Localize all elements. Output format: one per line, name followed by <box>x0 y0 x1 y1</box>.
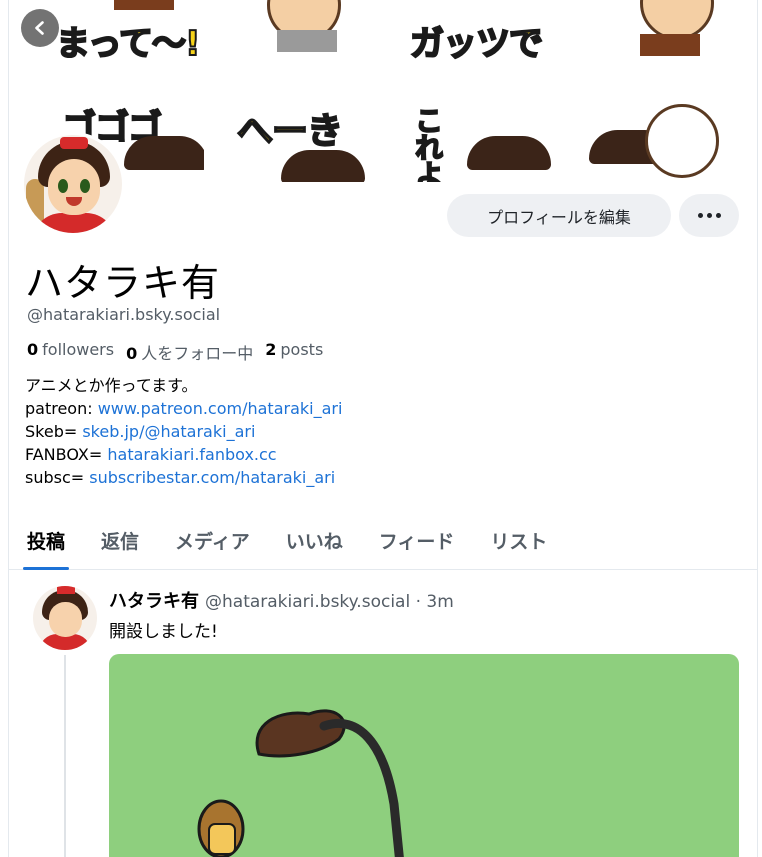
banner-tile: まって〜! <box>54 0 204 62</box>
thread-line <box>64 655 66 857</box>
profile-stats: 0 followers 0 人をフォロー中 2 posts <box>27 340 335 364</box>
display-name: ハタラキ有 <box>25 261 221 305</box>
banner-tile-text: まって〜! <box>55 23 201 62</box>
chevron-left-icon <box>35 21 44 35</box>
bio-link-fanbox[interactable]: hatarakiari.fanbox.cc <box>107 445 276 464</box>
banner-figure <box>124 136 204 170</box>
more-dot-icon <box>697 213 703 218</box>
post-image[interactable] <box>109 654 739 857</box>
followers-stat[interactable]: 0 followers <box>27 340 114 364</box>
bio-link-row: patreon: www.patreon.com/hataraki_ari <box>25 397 342 420</box>
bio-line: アニメとか作ってます。 <box>25 376 198 395</box>
bio-link-label: subsc= <box>25 468 90 487</box>
banner-figure <box>467 136 551 170</box>
more-dot-icon <box>706 213 712 218</box>
banner-tile <box>247 0 397 62</box>
banner-figure <box>281 150 365 182</box>
post-author-avatar[interactable] <box>33 586 97 650</box>
avatar-eye <box>80 179 90 193</box>
followers-label: followers <box>42 340 115 359</box>
post-handle-time[interactable]: @hatarakiari.bsky.social · 3m <box>205 592 454 612</box>
following-label: 人をフォロー中 <box>141 344 254 363</box>
profile-frame: まって〜! ガッツで ゴゴゴ へーき これよ プロフィールを編集 ハタラキ有 @… <box>8 0 758 857</box>
bio-link-label: Skeb= <box>25 422 83 441</box>
tab-lists[interactable]: リスト <box>472 510 565 570</box>
avatar-eye <box>58 179 68 193</box>
posts-label: posts <box>280 340 324 359</box>
banner-tile-text: へーき <box>236 110 344 153</box>
post-author-name[interactable]: ハタラキ有 <box>109 591 199 612</box>
profile-tabs: 投稿 返信 メディア いいね フィード リスト <box>9 510 757 570</box>
banner-tile: へーき <box>231 100 381 182</box>
posts-stat: 2 posts <box>265 340 323 364</box>
avatar-bow <box>60 137 88 149</box>
banner-tile-text: ガッツで <box>409 23 544 62</box>
tab-feeds[interactable]: フィード <box>361 510 473 570</box>
profile-avatar[interactable] <box>21 132 125 236</box>
profile-handle: @hatarakiari.bsky.social <box>27 305 221 324</box>
more-options-button[interactable] <box>679 194 739 237</box>
tab-posts[interactable]: 投稿 <box>9 510 83 570</box>
bio-link-row: Skeb= skeb.jp/@hataraki_ari <box>25 420 342 443</box>
banner-figure <box>645 104 719 178</box>
banner-tile: これよ <box>407 100 557 182</box>
bio-link-label: patreon: <box>25 399 98 418</box>
banner-figure <box>640 34 700 56</box>
posts-count: 2 <box>265 340 277 359</box>
banner-tile-text: これよ <box>410 105 445 182</box>
tab-likes[interactable]: いいね <box>268 510 361 570</box>
tab-replies[interactable]: 返信 <box>83 510 157 570</box>
following-stat[interactable]: 0 人をフォロー中 <box>126 340 253 364</box>
more-dot-icon <box>715 213 721 218</box>
avatar-face <box>49 602 82 637</box>
bio-link-skeb[interactable]: skeb.jp/@hataraki_ari <box>82 422 255 441</box>
bio-link-patreon[interactable]: www.patreon.com/hataraki_ari <box>98 399 343 418</box>
banner-tile <box>594 0 744 62</box>
followers-count: 0 <box>27 340 39 359</box>
post-header: ハタラキ有 @hatarakiari.bsky.social · 3m <box>109 587 454 613</box>
tab-media[interactable]: メディア <box>157 510 268 570</box>
edit-profile-button[interactable]: プロフィールを編集 <box>447 194 671 237</box>
profile-bio: アニメとか作ってます。 patreon: www.patreon.com/hat… <box>25 374 342 489</box>
back-button[interactable] <box>21 9 59 47</box>
banner-figure <box>277 30 337 52</box>
avatar-face <box>48 159 100 215</box>
following-count: 0 <box>126 344 138 363</box>
post-text: 開設しました! <box>109 622 218 642</box>
avatar-bow <box>57 586 75 594</box>
bio-link-row: subsc= subscribestar.com/hataraki_ari <box>25 466 342 489</box>
banner-tile: ガッツで <box>404 0 554 62</box>
bio-link-subscribestar[interactable]: subscribestar.com/hataraki_ari <box>89 468 335 487</box>
bio-link-label: FANBOX= <box>25 445 108 464</box>
post-illustration <box>197 709 404 857</box>
bio-link-row: FANBOX= hatarakiari.fanbox.cc <box>25 443 342 466</box>
banner-tile <box>579 100 729 182</box>
banner-figure <box>114 0 174 10</box>
